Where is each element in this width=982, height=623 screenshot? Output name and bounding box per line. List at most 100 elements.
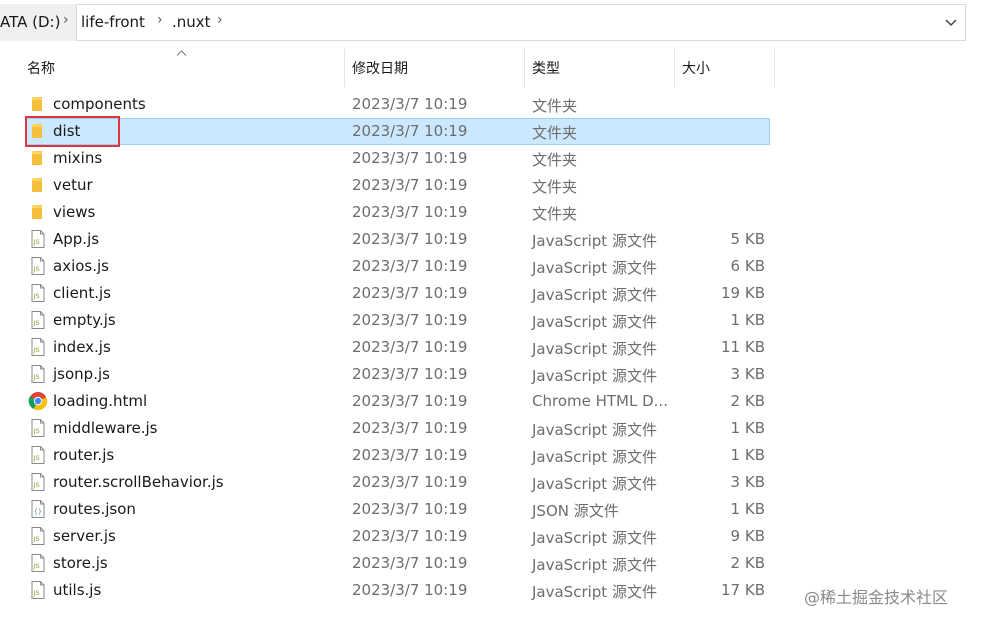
file-row[interactable]: JS router.js 2023/3/7 10:19 JavaScript 源文件 1… <box>0 442 982 469</box>
file-date: 2023/3/7 10:19 <box>352 554 468 572</box>
file-type: 文件夹 <box>532 124 578 142</box>
sort-ascending-icon <box>176 50 187 56</box>
annotation-highlight-box <box>25 116 120 147</box>
column-size[interactable]: 大小 <box>682 58 710 78</box>
file-date: 2023/3/7 10:19 <box>352 257 468 275</box>
file-size: 17 KB <box>721 581 765 599</box>
file-size: 1 KB <box>730 500 765 518</box>
file-row[interactable]: mixins 2023/3/7 10:19 文件夹 <box>0 145 982 172</box>
folder-icon <box>28 202 48 222</box>
svg-text:JS: JS <box>33 535 40 543</box>
file-name: components <box>53 95 146 113</box>
file-row[interactable]: JS store.js 2023/3/7 10:19 JavaScript 源文件 2 … <box>0 550 982 577</box>
file-date: 2023/3/7 10:19 <box>352 122 468 140</box>
json-file-icon: {} <box>28 499 48 519</box>
column-date[interactable]: 修改日期 <box>352 58 408 78</box>
js-file-icon: JS <box>28 283 48 303</box>
file-size: 19 KB <box>721 284 765 302</box>
svg-text:JS: JS <box>33 454 40 462</box>
chrome-icon <box>28 391 48 411</box>
file-type: JavaScript 源文件 <box>532 367 657 385</box>
file-row[interactable]: JS axios.js 2023/3/7 10:19 JavaScript 源文件 6 … <box>0 253 982 280</box>
breadcrumb-chevron-icon[interactable]: › <box>157 12 163 28</box>
file-size: 3 KB <box>730 473 765 491</box>
file-row[interactable]: vetur 2023/3/7 10:19 文件夹 <box>0 172 982 199</box>
file-name: jsonp.js <box>53 365 110 383</box>
file-size: 1 KB <box>730 311 765 329</box>
svg-text:{}: {} <box>34 508 42 516</box>
history-dropdown-icon[interactable] <box>942 14 960 32</box>
file-row[interactable]: JS App.js 2023/3/7 10:19 JavaScript 源文件 5 KB <box>0 226 982 253</box>
file-date: 2023/3/7 10:19 <box>352 473 468 491</box>
file-name: routes.json <box>53 500 136 518</box>
file-date: 2023/3/7 10:19 <box>352 392 468 410</box>
file-date: 2023/3/7 10:19 <box>352 527 468 545</box>
column-divider[interactable] <box>774 49 775 87</box>
js-file-icon: JS <box>28 256 48 276</box>
file-date: 2023/3/7 10:19 <box>352 284 468 302</box>
file-row[interactable]: JS client.js 2023/3/7 10:19 JavaScript 源文件 1… <box>0 280 982 307</box>
svg-text:JS: JS <box>33 292 40 300</box>
file-date: 2023/3/7 10:19 <box>352 500 468 518</box>
file-row[interactable]: {} routes.json 2023/3/7 10:19 JSON 源文件 1 KB <box>0 496 982 523</box>
file-type: Chrome HTML D... <box>532 392 668 410</box>
address-bar: ATA (D:) › life-front › .nuxt › <box>0 0 982 45</box>
file-date: 2023/3/7 10:19 <box>352 446 468 464</box>
file-date: 2023/3/7 10:19 <box>352 149 468 167</box>
file-row[interactable]: dist 2023/3/7 10:19 文件夹 <box>0 118 982 145</box>
file-size: 3 KB <box>730 365 765 383</box>
js-file-icon: JS <box>28 445 48 465</box>
file-size: 2 KB <box>730 554 765 572</box>
column-divider[interactable] <box>674 49 675 87</box>
column-type[interactable]: 类型 <box>532 58 560 78</box>
breadcrumb-life-front[interactable]: life-front <box>81 13 145 31</box>
file-name: App.js <box>53 230 100 248</box>
column-divider[interactable] <box>524 49 525 87</box>
file-name: server.js <box>53 527 116 545</box>
column-divider[interactable] <box>344 49 345 87</box>
file-row[interactable]: JS empty.js 2023/3/7 10:19 JavaScript 源文件 1 … <box>0 307 982 334</box>
file-row[interactable]: JS jsonp.js 2023/3/7 10:19 JavaScript 源文件 3 … <box>0 361 982 388</box>
file-date: 2023/3/7 10:19 <box>352 176 468 194</box>
file-type: JavaScript 源文件 <box>532 421 657 439</box>
file-type: JavaScript 源文件 <box>532 313 657 331</box>
file-row[interactable]: views 2023/3/7 10:19 文件夹 <box>0 199 982 226</box>
breadcrumb-chevron-icon[interactable]: › <box>217 12 223 28</box>
file-type: 文件夹 <box>532 178 578 196</box>
file-date: 2023/3/7 10:19 <box>352 95 468 113</box>
svg-text:JS: JS <box>33 481 40 489</box>
folder-icon <box>28 148 48 168</box>
file-name: store.js <box>53 554 108 572</box>
file-type: JavaScript 源文件 <box>532 583 657 601</box>
file-name: index.js <box>53 338 111 356</box>
file-type: JavaScript 源文件 <box>532 286 657 304</box>
file-row[interactable]: JS router.scrollBehavior.js 2023/3/7 10:19… <box>0 469 982 496</box>
file-size: 1 KB <box>730 419 765 437</box>
file-row[interactable]: JS server.js 2023/3/7 10:19 JavaScript 源文件 9… <box>0 523 982 550</box>
file-date: 2023/3/7 10:19 <box>352 230 468 248</box>
file-date: 2023/3/7 10:19 <box>352 581 468 599</box>
folder-icon <box>28 175 48 195</box>
file-size: 1 KB <box>730 446 765 464</box>
file-type: JavaScript 源文件 <box>532 340 657 358</box>
file-date: 2023/3/7 10:19 <box>352 338 468 356</box>
svg-text:JS: JS <box>33 373 40 381</box>
file-name: mixins <box>53 149 103 167</box>
file-type: JavaScript 源文件 <box>532 556 657 574</box>
folder-icon <box>28 94 48 114</box>
file-size: 6 KB <box>730 257 765 275</box>
js-file-icon: JS <box>28 229 48 249</box>
file-row[interactable]: JS middleware.js 2023/3/7 10:19 JavaScript … <box>0 415 982 442</box>
file-name: axios.js <box>53 257 109 275</box>
file-row[interactable]: components 2023/3/7 10:19 文件夹 <box>0 91 982 118</box>
breadcrumb-nuxt[interactable]: .nuxt <box>172 13 211 31</box>
column-name[interactable]: 名称 <box>27 58 55 78</box>
file-row[interactable]: loading.html 2023/3/7 10:19 Chrome HTML D.… <box>0 388 982 415</box>
svg-text:JS: JS <box>33 589 40 597</box>
breadcrumb-drive[interactable]: ATA (D:) <box>0 13 60 31</box>
file-name: views <box>53 203 96 221</box>
breadcrumb-chevron-icon[interactable]: › <box>63 12 69 28</box>
file-type: 文件夹 <box>532 97 578 115</box>
js-file-icon: JS <box>28 364 48 384</box>
file-row[interactable]: JS index.js 2023/3/7 10:19 JavaScript 源文件 11… <box>0 334 982 361</box>
